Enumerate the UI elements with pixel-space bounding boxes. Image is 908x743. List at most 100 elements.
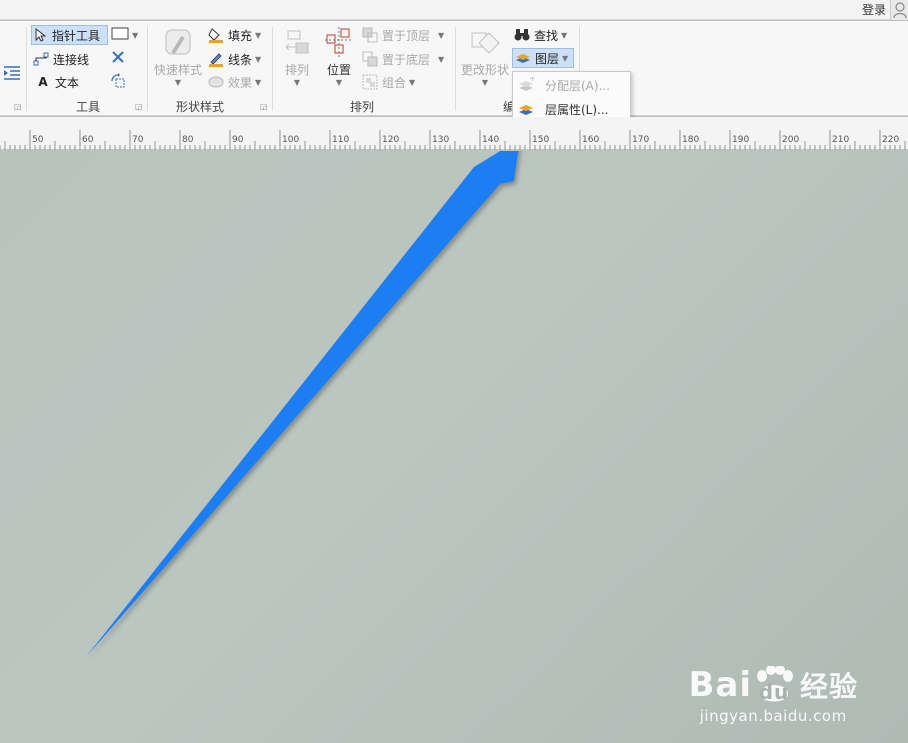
text-tool-button[interactable]: A 文本 xyxy=(35,72,79,92)
bring-to-front-button[interactable]: 置于顶层 ▼ xyxy=(362,25,444,45)
chevron-down-icon: ▼ xyxy=(255,30,262,40)
send-back-icon xyxy=(362,51,378,67)
group-separator xyxy=(147,27,148,111)
paw-logo-icon: du xyxy=(754,666,794,704)
send-back-label: 置于底层 xyxy=(382,52,431,67)
drawing-canvas[interactable]: Bai du 经验 jingyan.baidu.com xyxy=(0,151,908,743)
rotate-shape-icon[interactable] xyxy=(110,73,128,94)
chevron-down-icon: ▼ xyxy=(481,78,489,87)
watermark-url: jingyan.baidu.com xyxy=(699,707,847,725)
arrange-group-label: 排列 xyxy=(349,100,374,114)
pointer-tool-button[interactable]: 指针工具 xyxy=(31,25,108,45)
group-button[interactable]: 组合 ▼ xyxy=(362,72,415,92)
position-icon xyxy=(322,27,356,61)
effect-icon xyxy=(208,74,224,90)
chevron-down-icon: ▼ xyxy=(335,78,343,87)
layer-button[interactable]: 图层 ▼ xyxy=(512,48,574,68)
quick-style-label: 快速样式 xyxy=(153,63,202,77)
chevron-down-icon: ▼ xyxy=(561,30,568,40)
fill-label: 填充 xyxy=(228,28,253,43)
arrange-button[interactable]: 排列 ▼ xyxy=(280,27,314,87)
pen-line-icon xyxy=(208,51,224,67)
watermark-du-text: du xyxy=(758,680,790,704)
arrange-icon xyxy=(280,27,314,61)
ruler-tick-label: 100 xyxy=(282,135,299,145)
group-separator xyxy=(272,27,273,111)
change-shape-icon xyxy=(459,27,511,61)
chevron-down-icon: ▼ xyxy=(438,30,445,40)
arrange-label: 排列 xyxy=(284,63,309,77)
ribbon: ◲ 指针工具 ▼ 连接线 A 文本 工具 ◲ 快速样式 ▼ 填充 ▼ 线条 ▼ … xyxy=(0,21,908,116)
layer-dropdown-menu: 分配层(A)... 层属性(L)... xyxy=(512,71,631,123)
watermark-brand: Bai du 经验 xyxy=(688,665,858,705)
fill-button[interactable]: 填充 ▼ xyxy=(208,25,261,45)
ruler-tick-label: 180 xyxy=(682,135,699,145)
layer-label: 图层 xyxy=(535,51,560,66)
fill-bucket-icon xyxy=(208,27,224,43)
binoculars-icon xyxy=(514,27,530,43)
change-shape-button[interactable]: 更改形状 ▼ xyxy=(459,27,511,87)
assign-layer-menu-item[interactable]: 分配层(A)... xyxy=(513,74,630,96)
group-separator xyxy=(26,27,27,111)
shape-style-group-label: 形状样式 xyxy=(175,100,224,114)
ruler-tick-label: 220 xyxy=(882,135,899,145)
ruler-tick-label: 210 xyxy=(832,135,849,145)
ruler-tick-label: 50 xyxy=(32,135,44,145)
text-tool-label: 文本 xyxy=(55,75,80,90)
send-to-back-button[interactable]: 置于底层 ▼ xyxy=(362,49,444,69)
ruler-tick-label: 70 xyxy=(132,135,144,145)
login-link[interactable]: 登录 xyxy=(862,1,886,18)
rectangle-shape-button[interactable]: ▼ xyxy=(111,25,138,45)
ruler-tick-label: 120 xyxy=(382,135,399,145)
line-button[interactable]: 线条 ▼ xyxy=(208,49,261,69)
connector-icon xyxy=(33,51,49,67)
canvas-drawing xyxy=(86,151,520,657)
blue-arrow-shape[interactable] xyxy=(86,151,520,657)
connector-button[interactable]: 连接线 xyxy=(33,49,89,69)
group-icon xyxy=(362,74,378,90)
ruler-tick-label: 170 xyxy=(632,135,649,145)
title-bar: 登录 xyxy=(0,0,908,20)
position-label: 位置 xyxy=(326,63,351,77)
rectangle-icon xyxy=(111,27,129,43)
ruler-tick-label: 80 xyxy=(182,135,194,145)
chevron-down-icon: ▼ xyxy=(255,54,262,64)
ruler-ticks: 50 60 70 80 90 100 110 120 130 140 150 160 170 180 190… xyxy=(0,130,906,150)
find-button[interactable]: 查找 ▼ xyxy=(514,25,567,45)
pointer-icon xyxy=(32,27,48,43)
find-label: 查找 xyxy=(534,28,559,43)
layer-properties-icon xyxy=(518,101,536,117)
ruler-tick-label: 150 xyxy=(532,135,549,145)
chevron-down-icon: ▼ xyxy=(132,30,139,40)
assign-layer-label: 分配层(A)... xyxy=(545,78,611,93)
close-icon[interactable] xyxy=(111,50,125,67)
ruler-tick-label: 200 xyxy=(782,135,799,145)
change-shape-label: 更改形状 xyxy=(460,63,509,77)
ruler-tick-label: 190 xyxy=(732,135,749,145)
line-label: 线条 xyxy=(228,52,253,67)
ruler-tick-label: 130 xyxy=(432,135,449,145)
dialog-launcher-icon[interactable]: ◲ xyxy=(260,102,268,111)
ruler-tick-label: 160 xyxy=(582,135,599,145)
indent-icon[interactable] xyxy=(3,66,21,83)
chevron-down-icon: ▼ xyxy=(293,78,301,87)
bring-front-icon xyxy=(362,27,378,43)
horizontal-ruler[interactable]: 50 60 70 80 90 100 110 120 130 140 150 160 170 180 190… xyxy=(0,117,908,150)
quick-style-button[interactable]: 快速样式 ▼ xyxy=(152,27,204,87)
baidu-jingyan-watermark: Bai du 经验 jingyan.baidu.com xyxy=(688,665,858,725)
quick-style-icon xyxy=(152,27,204,61)
tools-group-label: 工具 xyxy=(75,100,100,114)
position-button[interactable]: 位置 ▼ xyxy=(322,27,356,87)
ruler-tick-label: 110 xyxy=(332,135,349,145)
group-separator xyxy=(455,27,456,111)
dialog-launcher-icon[interactable]: ◲ xyxy=(14,102,22,111)
ruler-tick-label: 90 xyxy=(232,135,244,145)
dialog-launcher-icon[interactable]: ◲ xyxy=(135,102,143,111)
connector-label: 连接线 xyxy=(53,52,90,67)
layer-properties-label: 层属性(L)... xyxy=(545,102,609,117)
effect-button[interactable]: 效果 ▼ xyxy=(208,72,261,92)
user-avatar-icon[interactable] xyxy=(890,0,908,20)
chevron-down-icon: ▼ xyxy=(174,78,182,87)
ruler-tick-label: 140 xyxy=(482,135,499,145)
text-a-icon: A xyxy=(38,75,48,89)
